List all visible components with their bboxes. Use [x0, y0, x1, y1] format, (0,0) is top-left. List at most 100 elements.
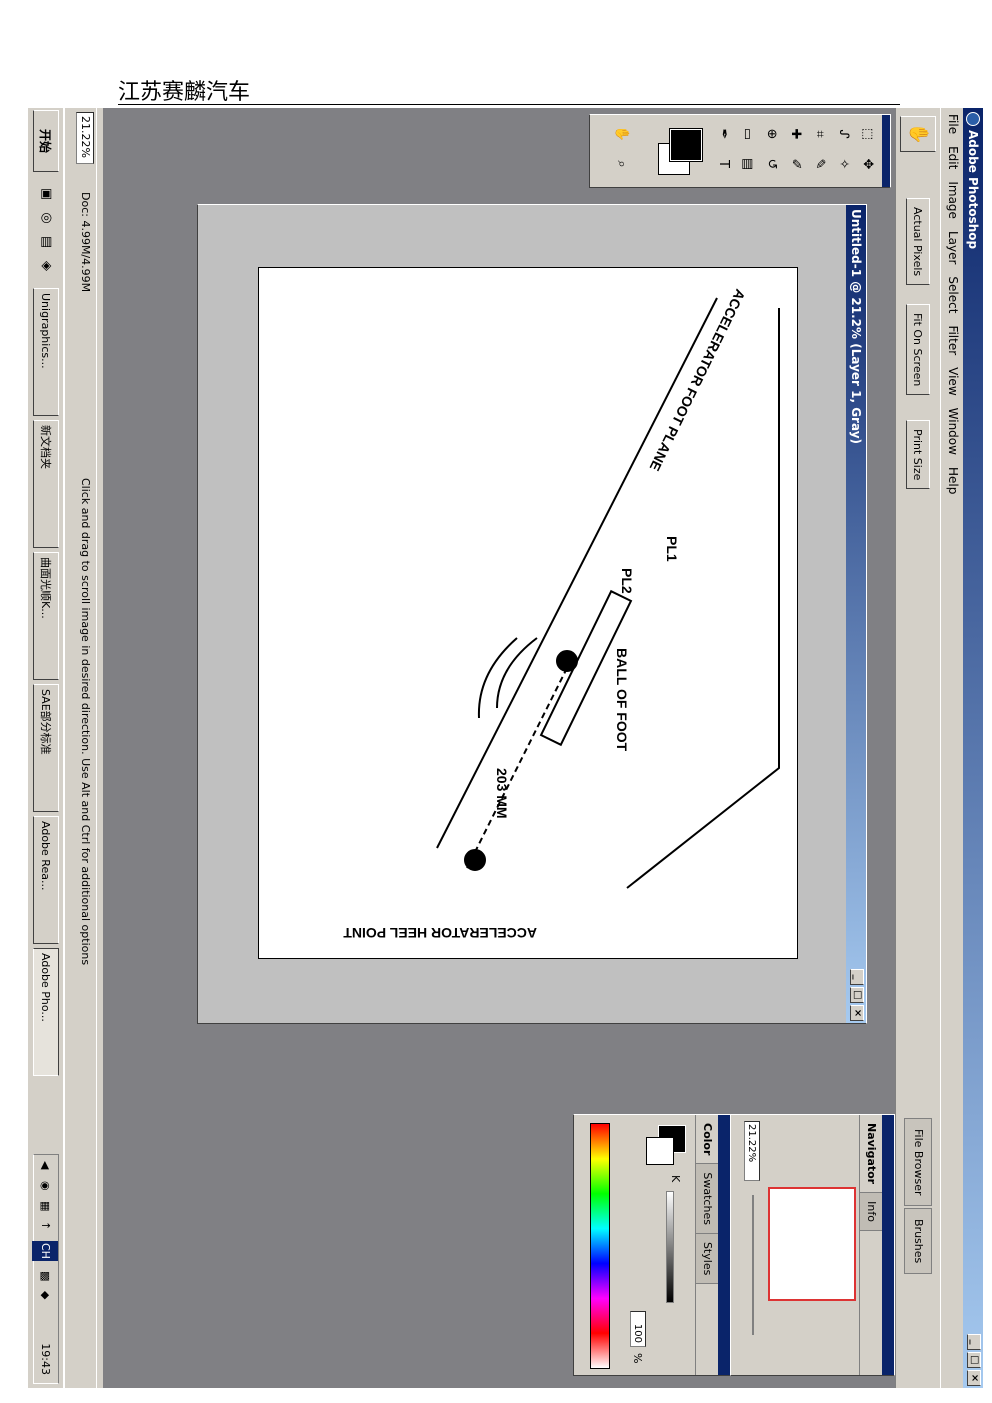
taskbar-surface[interactable]: 曲面光顺K... — [33, 552, 59, 680]
color-spectrum-bar[interactable] — [590, 1123, 610, 1369]
zoom-tool-icon[interactable]: ⌕ — [610, 153, 632, 175]
channel-label: K — [669, 1175, 682, 1183]
status-hint: Click and drag to scroll image in desire… — [79, 478, 92, 966]
start-button[interactable]: 开始 — [33, 110, 59, 172]
options-bar: ✋ Actual Pixels Fit On Screen Print Size… — [895, 108, 941, 1388]
tab-styles[interactable]: Styles — [696, 1233, 718, 1285]
workspace: ⬚ ✥ ᔑ ✧ ⌗ ✎ ✚ ✐ ⊕ ↺ ▭ ▤ ✒ T ✋ ⌕ Untitled… — [103, 108, 895, 1388]
label-pl2: PL2 — [619, 568, 635, 594]
k-slider[interactable] — [666, 1191, 674, 1303]
menu-layer[interactable]: Layer — [946, 225, 960, 270]
crop-tool-icon[interactable]: ⌗ — [808, 123, 830, 145]
toolbox: ⬚ ✥ ᔑ ✧ ⌗ ✎ ✚ ✐ ⊕ ↺ ▭ ▤ ✒ T ✋ ⌕ — [589, 114, 891, 188]
tab-navigator[interactable]: Navigator — [860, 1115, 882, 1194]
taskbar-sae[interactable]: SAE部分标准 — [33, 684, 59, 812]
file-browser-tab[interactable]: File Browser — [904, 1118, 932, 1207]
marquee-tool-icon[interactable]: ⬚ — [856, 123, 878, 145]
screenshot-frame: Adobe Photoshop _ □ × File Edit Image La… — [28, 108, 983, 1388]
doc-minimize-button[interactable]: _ — [850, 969, 864, 985]
taskbar-adobe-photoshop[interactable]: Adobe Pho... — [33, 948, 59, 1076]
eraser-tool-icon[interactable]: ▭ — [736, 123, 758, 145]
tray-arrow-up-icon[interactable]: ↑ — [32, 1221, 58, 1230]
foot-plane-line — [436, 297, 718, 849]
pen-tool-icon[interactable]: ✒ — [712, 123, 734, 145]
hand-tool-preset-icon[interactable]: ✋ — [900, 116, 936, 152]
healing-brush-icon[interactable]: ✚ — [784, 123, 806, 145]
menu-bar: File Edit Image Layer Select Filter View… — [943, 108, 963, 1388]
photoshop-logo-icon — [966, 112, 980, 126]
menu-image[interactable]: Image — [946, 175, 960, 225]
tab-color[interactable]: Color — [696, 1115, 718, 1165]
document-title: Untitled-1 @ 21.2% (Layer 1, Gray) — [849, 209, 863, 445]
outlook-icon[interactable]: ▤ — [36, 232, 56, 252]
taskbar-folder[interactable]: 新文档夹 — [33, 420, 59, 548]
history-brush-icon[interactable]: ↺ — [760, 153, 782, 175]
fit-on-screen-button[interactable]: Fit On Screen — [906, 304, 930, 396]
navigator-zoom-slider[interactable] — [752, 1195, 754, 1335]
lasso-tool-icon[interactable]: ᔑ — [832, 123, 854, 145]
tab-info[interactable]: Info — [860, 1193, 882, 1231]
hand-tool-icon[interactable]: ✋ — [610, 123, 632, 145]
canvas-area[interactable]: ACCELERATOR FOOT PLANE PL1 PL2 BALL OF F… — [198, 205, 846, 1023]
windows-taskbar: 开始 ▣ ◎ ▤ ◈ Unigraphics... 新文档夹 曲面光顺K... … — [28, 108, 65, 1388]
header-rule — [118, 104, 900, 105]
taskbar-unigraphics[interactable]: Unigraphics... — [33, 288, 59, 416]
doc-maximize-button[interactable]: □ — [850, 987, 864, 1003]
app-title-bar[interactable]: Adobe Photoshop _ □ × — [963, 108, 983, 1388]
slice-tool-icon[interactable]: ✎ — [808, 153, 830, 175]
tray-arrow-icon[interactable]: ◀ — [32, 1161, 58, 1169]
document-title-bar[interactable]: Untitled-1 @ 21.2% (Layer 1, Gray) _ □ × — [846, 205, 866, 1023]
doc-size-info[interactable]: Doc: 4.99M/4.99M — [74, 192, 96, 292]
brushes-tab[interactable]: Brushes — [904, 1208, 932, 1275]
ie-icon[interactable]: ◎ — [36, 208, 56, 228]
photoshop-window: Adobe Photoshop _ □ × File Edit Image La… — [28, 108, 983, 1388]
label-foot-plane: ACCELERATOR FOOT PLANE — [647, 287, 749, 474]
stamp-tool-icon[interactable]: ⊕ — [760, 123, 782, 145]
magic-wand-icon[interactable]: ✧ — [832, 153, 854, 175]
k-value-field[interactable]: 100 — [630, 1311, 646, 1347]
close-button[interactable]: × — [967, 1370, 981, 1386]
pedal-curve-1 — [496, 637, 538, 709]
foreground-color-swatch[interactable] — [670, 129, 702, 161]
media-icon[interactable]: ◈ — [36, 256, 56, 276]
status-zoom-field[interactable]: 21.22% — [76, 112, 94, 164]
menu-help[interactable]: Help — [946, 461, 960, 500]
menu-view[interactable]: View — [946, 361, 960, 401]
app-title: Adobe Photoshop — [966, 130, 980, 250]
color-palette: Color Swatches Styles K 100 % — [573, 1114, 731, 1376]
menu-edit[interactable]: Edit — [946, 140, 960, 175]
tray-security-icon[interactable]: ◆ — [32, 1291, 58, 1299]
document-header-title: 江苏赛麟汽车 — [118, 80, 251, 105]
doc-close-button[interactable]: × — [850, 1005, 864, 1021]
ime-indicator[interactable]: CH — [32, 1241, 58, 1261]
menu-window[interactable]: Window — [946, 402, 960, 461]
taskbar-adobe-reader[interactable]: Adobe Rea... — [33, 816, 59, 944]
label-203mm: 203 MM — [494, 768, 510, 819]
image-canvas[interactable]: ACCELERATOR FOOT PLANE PL1 PL2 BALL OF F… — [258, 267, 798, 959]
tab-swatches[interactable]: Swatches — [696, 1164, 718, 1234]
brush-tool-icon[interactable]: ✐ — [784, 153, 806, 175]
menu-select[interactable]: Select — [946, 270, 960, 319]
color-background-swatch[interactable] — [646, 1137, 674, 1165]
actual-pixels-button[interactable]: Actual Pixels — [906, 198, 930, 286]
menu-file[interactable]: File — [946, 108, 960, 140]
maximize-button[interactable]: □ — [967, 1352, 981, 1368]
tray-network-icon[interactable]: ◉ — [32, 1181, 58, 1191]
tray-input-icon[interactable]: ▩ — [32, 1271, 58, 1281]
navigator-zoom-field[interactable]: 21.22% — [744, 1121, 760, 1181]
dimension-line — [466, 667, 568, 869]
tray-printer-icon[interactable]: ▦ — [32, 1201, 58, 1211]
start-label: 开始 — [38, 128, 52, 153]
desktop-icon[interactable]: ▣ — [36, 184, 56, 204]
type-tool-icon[interactable]: T — [712, 153, 734, 175]
navigator-thumbnail[interactable] — [768, 1187, 856, 1301]
move-tool-icon[interactable]: ✥ — [856, 153, 878, 175]
label-pl1: PL1 — [664, 536, 680, 562]
floor-line — [626, 308, 780, 889]
system-tray: ◀ ◉ ▦ ↑ CH ▩ ◆ 19:43 — [32, 1154, 59, 1384]
label-heel-point: ACCELERATOR HEEL POINT — [343, 925, 537, 941]
print-size-button[interactable]: Print Size — [906, 420, 930, 490]
minimize-button[interactable]: _ — [967, 1334, 981, 1350]
menu-filter[interactable]: Filter — [946, 319, 960, 361]
gradient-tool-icon[interactable]: ▤ — [736, 153, 758, 175]
